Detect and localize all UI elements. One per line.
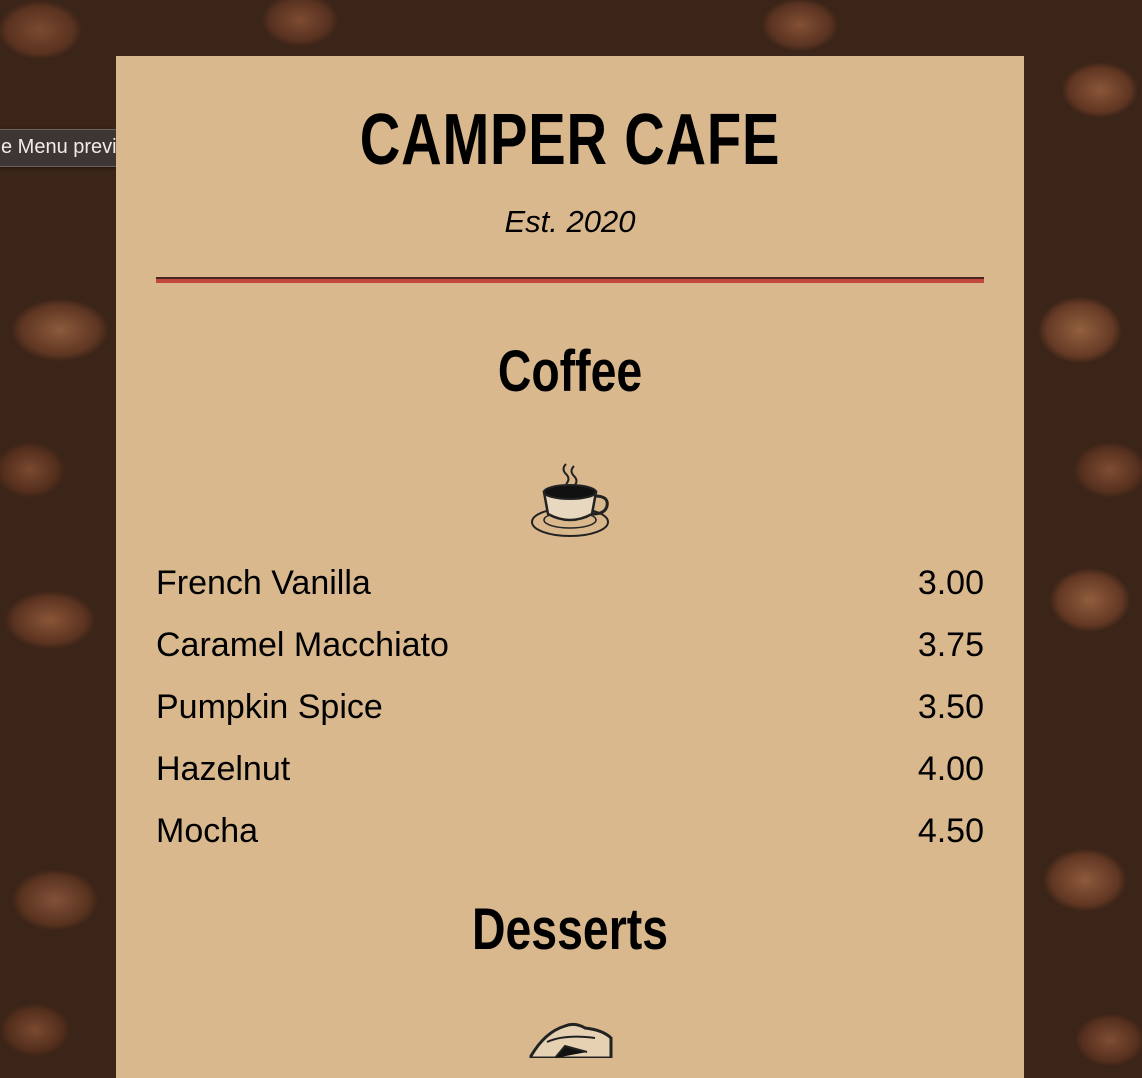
- section-title-desserts: Desserts: [471, 897, 669, 962]
- item-price: 4.50: [917, 812, 984, 850]
- menu-item: Pumpkin Spice 3.50: [156, 676, 984, 738]
- item-name: Hazelnut: [156, 750, 291, 788]
- divider: [156, 277, 984, 283]
- item-price: 3.75: [917, 626, 984, 664]
- item-price: 4.00: [917, 750, 984, 788]
- item-name: Mocha: [156, 812, 259, 850]
- coffee-cup-icon: [531, 463, 609, 537]
- section-title-coffee: Coffee: [497, 339, 643, 404]
- desserts-section: Desserts: [156, 896, 984, 1063]
- coffee-items: French Vanilla 3.00 Caramel Macchiato 3.…: [156, 552, 984, 862]
- item-name: Pumpkin Spice: [156, 688, 383, 726]
- menu-item: French Vanilla 3.00: [156, 552, 984, 614]
- item-price: 3.00: [917, 564, 984, 602]
- established-text: Est. 2020: [504, 204, 636, 239]
- item-name: French Vanilla: [156, 564, 371, 602]
- item-name: Caramel Macchiato: [156, 626, 449, 664]
- menu-item: Hazelnut 4.00: [156, 738, 984, 800]
- menu-item: Mocha 4.50: [156, 800, 984, 862]
- coffee-section: Coffee French Vanilla 3.00 Caramel Macch…: [156, 338, 984, 862]
- pie-slice-icon: [529, 1022, 613, 1060]
- menu-item: Caramel Macchiato 3.75: [156, 614, 984, 676]
- cafe-title: CAMPER CAFE: [359, 100, 781, 180]
- menu-card: CAMPER CAFE Est. 2020 Coffee French Vani…: [116, 56, 1024, 1078]
- item-price: 3.50: [917, 688, 984, 726]
